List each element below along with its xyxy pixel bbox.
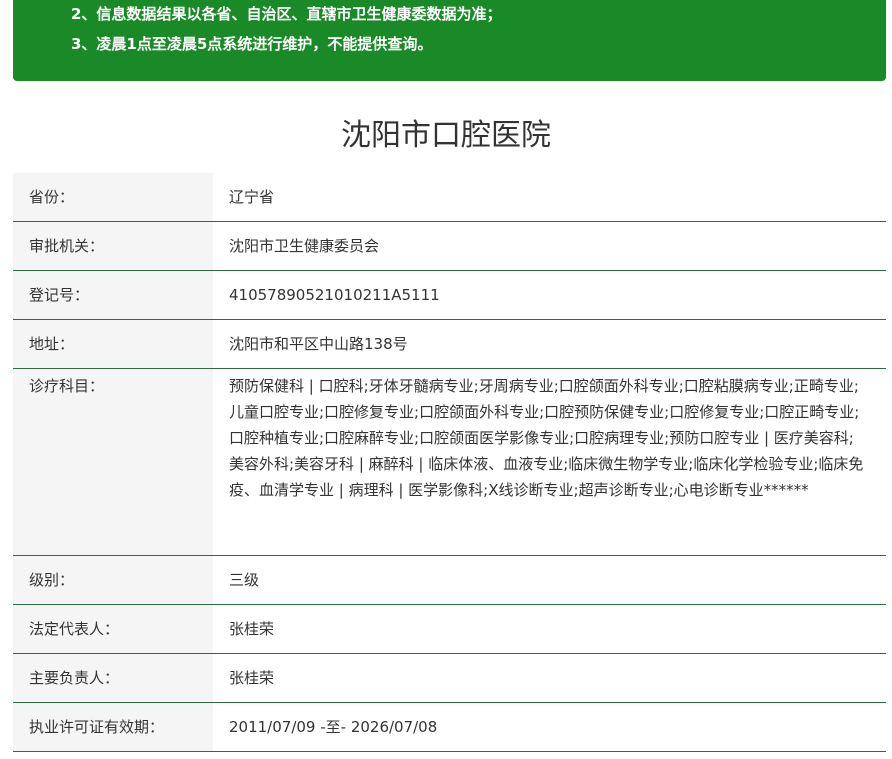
table-row-license-validity: 执业许可证有效期： 2011/07/09 -至- 2026/07/08 [13, 702, 886, 752]
principal-value: 张桂荣 [213, 653, 886, 703]
province-value: 辽宁省 [213, 173, 886, 222]
notice-line-3: 3、凌晨1点至凌晨5点系统进行维护，不能提供查询。 [71, 35, 433, 53]
level-value: 三级 [213, 555, 886, 605]
approval-authority-value: 沈阳市卫生健康委员会 [213, 221, 886, 271]
table-row-level: 级别： 三级 [13, 555, 886, 605]
table-row-principal: 主要负责人： 张桂荣 [13, 653, 886, 703]
page-title: 沈阳市口腔医院 [341, 118, 551, 153]
table-row-approval-authority: 审批机关： 沈阳市卫生健康委员会 [13, 221, 886, 271]
province-label: 省份： [13, 173, 213, 222]
license-validity-value: 2011/07/09 -至- 2026/07/08 [213, 702, 886, 752]
table-row-departments: 诊疗科目： 预防保健科 | 口腔科;牙体牙髓病专业;牙周病专业;口腔颌面外科专业… [13, 368, 886, 556]
table-row-address: 地址： 沈阳市和平区中山路138号 [13, 319, 886, 369]
notice-banner: 2、信息数据结果以各省、自治区、直辖市卫生健康委数据为准； 3、凌晨1点至凌晨5… [13, 0, 886, 81]
table-row-province: 省份： 辽宁省 [13, 173, 886, 222]
principal-label: 主要负责人： [13, 653, 213, 703]
notice-line-2: 2、信息数据结果以各省、自治区、直辖市卫生健康委数据为准； [71, 5, 502, 23]
table-row-legal-representative: 法定代表人： 张桂荣 [13, 604, 886, 654]
legal-representative-label: 法定代表人： [13, 604, 213, 654]
license-validity-label: 执业许可证有效期： [13, 702, 213, 752]
table-row-registration-number: 登记号： 41057890521010211A5111 [13, 270, 886, 320]
address-value: 沈阳市和平区中山路138号 [213, 319, 886, 369]
departments-value: 预防保健科 | 口腔科;牙体牙髓病专业;牙周病专业;口腔颌面外科专业;口腔粘膜病… [213, 368, 886, 556]
legal-representative-value: 张桂荣 [213, 604, 886, 654]
level-label: 级别： [13, 555, 213, 605]
registration-number-value: 41057890521010211A5111 [213, 270, 886, 320]
hospital-info-table: 省份： 辽宁省 审批机关： 沈阳市卫生健康委员会 登记号： 4105789052… [13, 173, 886, 752]
registration-number-label: 登记号： [13, 270, 213, 320]
address-label: 地址： [13, 319, 213, 369]
departments-label: 诊疗科目： [13, 368, 213, 556]
approval-authority-label: 审批机关： [13, 221, 213, 271]
